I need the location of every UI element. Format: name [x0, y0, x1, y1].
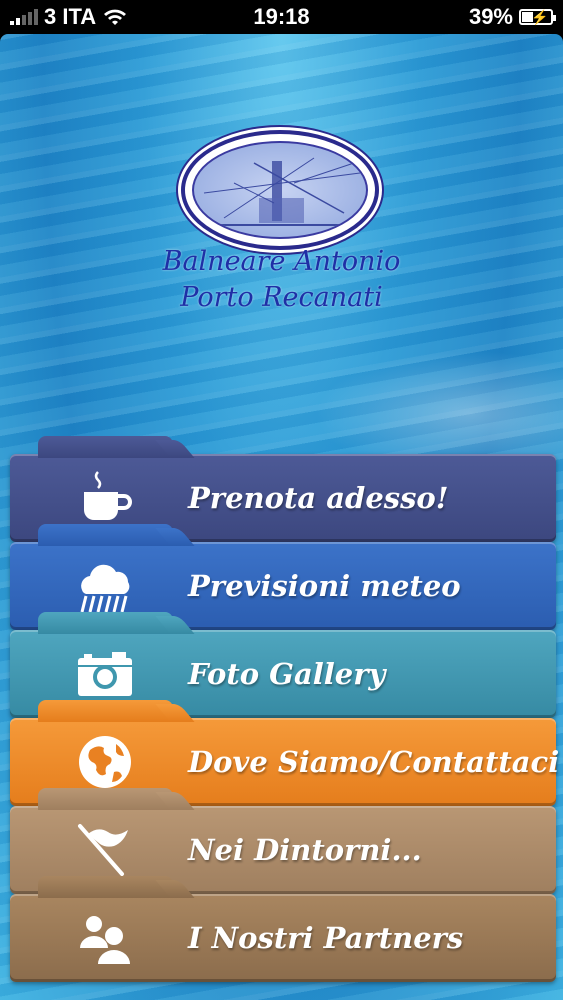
menu-label: Prenota adesso! [188, 481, 449, 515]
globe-icon [72, 732, 138, 792]
signal-strength-icon [10, 9, 38, 25]
menu-label: Previsioni meteo [188, 569, 461, 603]
trabucco-drawing-icon [203, 157, 361, 226]
carrier-name: 3 ITA [44, 4, 97, 29]
status-bar: 3 ITA 19:18 39% ⚡ [0, 0, 563, 34]
status-right: 39% ⚡ [353, 4, 556, 30]
folder-tab [38, 788, 173, 810]
menu-label: Foto Gallery [188, 657, 386, 691]
battery-icon: ⚡ [519, 9, 556, 25]
logo-emblem [181, 130, 379, 250]
status-time: 19:18 [253, 4, 310, 29]
menu-label: I Nostri Partners [188, 921, 464, 955]
logo-image [192, 141, 368, 239]
rain-cloud-icon [72, 556, 138, 616]
folder-tab [38, 524, 173, 546]
folder-tab [38, 612, 173, 634]
camera-icon [72, 644, 138, 704]
folder-tab [38, 876, 173, 898]
folder-tab [38, 700, 173, 722]
menu-label: Dove Siamo/Contattaci [188, 745, 560, 779]
folder-tab [38, 436, 173, 458]
brand-location: Porto Recanati [180, 282, 383, 313]
brand-name: Balneare Antonio [162, 246, 401, 277]
battery-percent: 39% [468, 4, 513, 29]
menu-item-partners[interactable]: I Nostri Partners [10, 876, 556, 982]
charging-bolt-icon: ⚡ [531, 9, 549, 25]
wifi-icon [104, 9, 127, 25]
coffee-cup-icon [72, 468, 138, 528]
app-screen: Balneare Antonio Porto Recanati Prenota … [0, 34, 563, 1000]
flag-icon [72, 820, 138, 880]
menu-label: Nei Dintorni... [188, 833, 422, 867]
status-left: 3 ITA [10, 4, 210, 30]
people-icon [72, 908, 138, 968]
